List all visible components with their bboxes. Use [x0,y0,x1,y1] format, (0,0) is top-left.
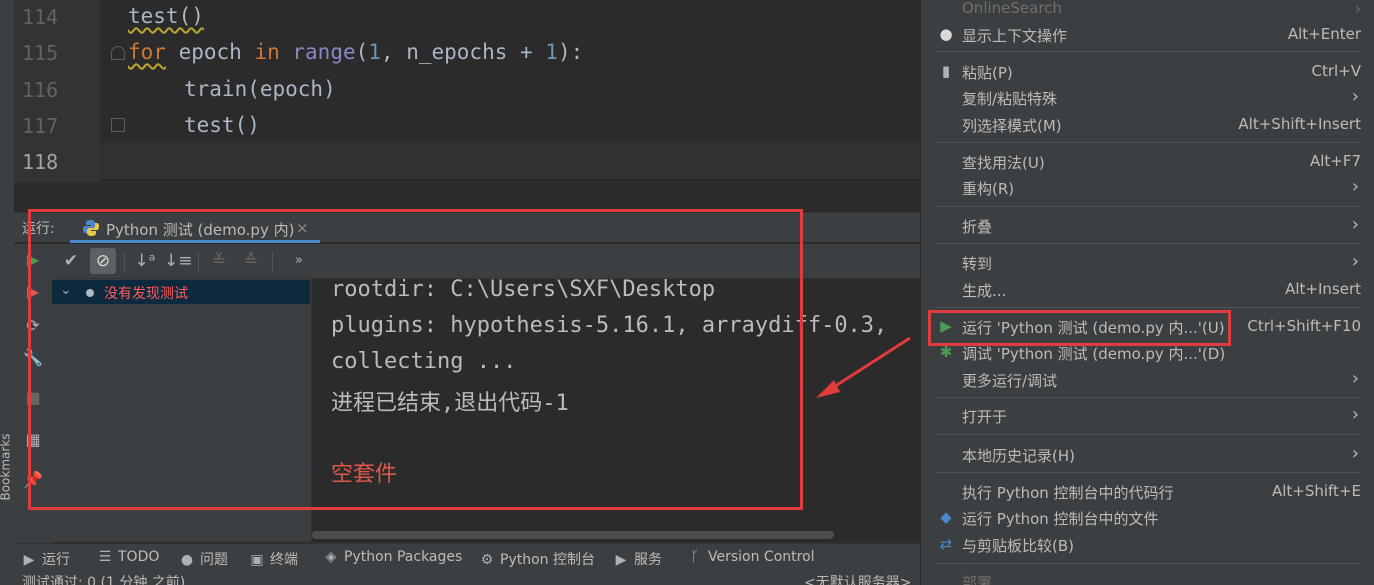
menu-item-open-in[interactable]: 打开于 › [921,403,1374,429]
chevron-right-icon: › [1351,251,1359,272]
info-icon: ● [180,552,194,568]
annotation-arrow-icon [816,336,911,398]
menu-item-copy-paste-special[interactable]: 复制/粘贴特殊 › [921,85,1374,111]
services-icon: ▶ [615,552,627,568]
clipboard-icon: ▮ [941,62,951,80]
menu-separator [935,563,1361,564]
code-line: test() [128,4,204,28]
bottom-tab-terminal[interactable]: ▣ 终端 [250,549,298,569]
menu-item-goto[interactable]: 转到 › [921,250,1374,276]
menu-item-execute-line-in-console[interactable]: 执行 Python 控制台中的代码行 Alt+Shift+E [921,479,1374,505]
code-line: train(epoch) [184,77,336,101]
line-number: 114 [22,5,59,29]
menu-item-column-selection[interactable]: 列选择模式(M) Alt+Shift+Insert [921,112,1374,138]
code-line: test() [184,113,260,137]
bottom-tab-run[interactable]: ▶ 运行 [22,549,70,569]
bottom-tab-problems[interactable]: ● 问题 [180,549,228,569]
python-icon: ⚙ [480,552,494,568]
menu-separator [935,472,1361,473]
terminal-icon: ▣ [250,552,264,568]
menu-item-generate[interactable]: 生成... Alt+Insert [921,277,1374,303]
chevron-right-icon: › [1351,404,1359,425]
menu-separator [935,206,1361,207]
menu-separator [935,307,1361,308]
status-text: 测试通过: 0 (1 分钟 之前) [22,575,186,585]
highlight-box [28,209,803,510]
chevron-right-icon: › [1351,86,1359,107]
menu-item-find-usages[interactable]: 查找用法(U) Alt+F7 [921,149,1374,175]
menu-item-show-context-actions[interactable]: ● 显示上下文操作 Alt+Enter [921,22,1374,48]
menu-item-local-history[interactable]: 本地历史记录(H) › [921,442,1374,468]
status-bar: 测试通过: 0 (1 分钟 之前) <无默认服务器> [0,571,920,585]
chevron-right-icon: › [1351,176,1359,197]
chevron-right-icon: › [1351,214,1359,235]
editor-footer [14,182,920,210]
python-icon: ◆ [940,508,952,526]
bottom-tool-tabs: ▶ 运行 ☰ TODO ● 问题 ▣ 终端 ◈ Python Packages ⚙ Pyth… [14,543,920,571]
menu-separator [935,434,1361,435]
menu-item-deployment[interactable]: 部署 [921,569,1374,585]
menu-separator [935,397,1361,398]
list-icon: ☰ [98,549,112,565]
code-editor[interactable]: 114 115 116 117 118 test() for epoch in … [0,0,920,210]
bookmarks-side-tab[interactable]: Bookmarks [0,433,13,500]
menu-item-refactor[interactable]: 重构(R) › [921,175,1374,201]
menu-item-more-run-debug[interactable]: 更多运行/调试 › [921,367,1374,393]
menu-item-paste[interactable]: ▮ 粘贴(P) Ctrl+V [921,59,1374,85]
line-number: 117 [22,114,59,138]
chevron-right-icon: › [1351,368,1359,389]
bottom-tab-version-control[interactable]: ᚴ Version Control [688,549,815,565]
menu-separator [935,142,1361,143]
line-number: 116 [22,78,59,102]
context-menu: OnlineSearch › ● 显示上下文操作 Alt+Enter ▮ 粘贴(… [920,0,1374,585]
horizontal-scrollbar[interactable] [312,531,834,539]
layers-icon: ◈ [325,549,337,565]
highlight-box [928,310,1231,346]
chevron-right-icon: › [1351,443,1359,464]
play-icon: ▶ [23,552,35,568]
menu-separator [935,243,1361,244]
bottom-tab-python-packages[interactable]: ◈ Python Packages [324,549,463,565]
bulb-icon: ● [939,25,953,43]
branch-icon: ᚴ [690,549,700,565]
current-line-highlight [100,143,920,179]
server-status[interactable]: <无默认服务器> [804,572,911,585]
bottom-tab-python-console[interactable]: ⚙ Python 控制台 [480,549,595,569]
bottom-tab-todo[interactable]: ☰ TODO [98,549,160,565]
menu-item-online-search[interactable]: OnlineSearch › [921,0,1374,22]
fold-marker-icon[interactable] [111,46,125,60]
line-number: 118 [22,150,59,174]
menu-item-compare-clipboard[interactable]: ⇄ 与剪贴板比较(B) [921,532,1374,558]
compare-icon: ⇄ [939,535,953,553]
bottom-tab-services[interactable]: ▶ 服务 [614,549,662,569]
fold-end-icon[interactable] [111,118,125,132]
menu-item-run-file-in-console[interactable]: ◆ 运行 Python 控制台中的文件 [921,505,1374,531]
code-line: for epoch in range(1, n_epochs + 1): [128,40,584,64]
line-number: 115 [22,41,59,65]
menu-item-folding[interactable]: 折叠 › [921,213,1374,239]
menu-separator [935,51,1361,52]
